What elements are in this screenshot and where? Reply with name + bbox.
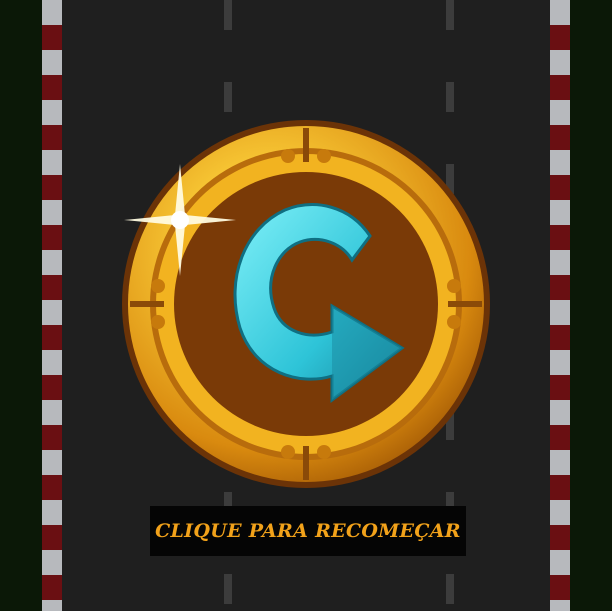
restart-label[interactable]: CLIQUE PARA RECOMEÇAR — [150, 506, 466, 556]
left-curb — [42, 0, 62, 611]
restart-button[interactable] — [120, 118, 492, 490]
game-screen: CLIQUE PARA RECOMEÇAR — [0, 0, 612, 611]
restart-arrow-icon — [122, 120, 490, 488]
right-curb — [550, 0, 570, 611]
left-grass — [0, 0, 42, 611]
right-grass — [570, 0, 612, 611]
